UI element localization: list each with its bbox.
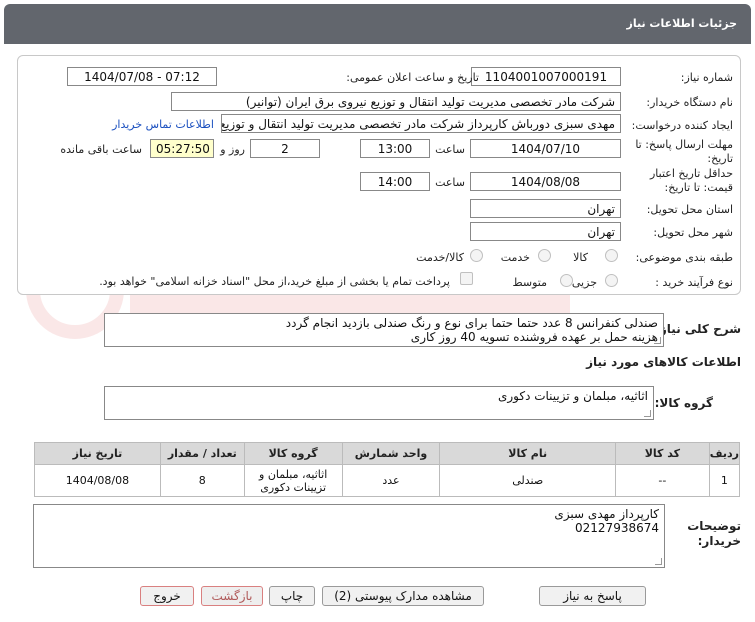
purchase-process-label: نوع فرآیند خرید : [655,276,733,289]
overall-description-line1: صندلی کنفرانس 8 عدد حتما حتما برای نوع و… [285,316,658,330]
resize-grip-icon[interactable] [644,410,651,417]
price-validity-time-field: 14:00 [360,172,430,191]
cell-group: اثاثیه، مبلمان و تزیینات دکوری [243,464,343,497]
buyer-contact-link[interactable]: اطلاعات تماس خریدار [112,118,214,131]
col-header-row-number: ردیف [708,442,741,465]
price-validity-label-line1: حداقل تاریخ اعتبار [649,167,733,180]
items-table: ردیف کد کالا نام کالا واحد شمارش گروه کا… [34,442,741,497]
deadline-label-line2: تاریخ: [707,152,733,165]
goods-group-value: اثاثیه، مبلمان و تزیینات دکوری [497,389,648,403]
buyer-notes-textarea[interactable]: کارپرداز مهدی سبزی 02127938674 [33,504,665,568]
category-option-goods: کالا [573,251,588,264]
treasury-payment-note: پرداخت تمام یا بخشی از مبلغ خرید،از محل … [99,275,450,288]
remaining-time-field: 05:27:50 [150,139,214,158]
remaining-time-label: ساعت باقی مانده [60,143,142,156]
announce-datetime-label: تاریخ و ساعت اعلان عمومی: [346,71,479,84]
price-validity-time-label: ساعت [435,176,465,189]
overall-description-label: شرح کلی نیاز: [655,322,741,336]
table-row: 1 -- صندلی عدد اثاثیه، مبلمان و تزیینات … [34,464,741,497]
buyer-org-field: شرکت مادر تخصصی مدیریت تولید انتقال و تو… [171,92,621,111]
cell-need-date: 1404/08/08 [34,464,161,497]
cell-name: صندلی [439,464,616,497]
col-header-quantity: تعداد / مقدار [159,442,245,465]
buyer-notes-label-line1: توضیحات [687,519,741,533]
need-number-label: شماره نیاز: [680,71,733,84]
view-attachments-button[interactable]: مشاهده مدارک پیوستی (2) [322,586,484,606]
deadline-days-field: 2 [250,139,320,158]
category-option-service: خدمت [500,251,530,264]
resize-grip-icon[interactable] [654,337,661,344]
col-header-name: نام کالا [439,442,616,465]
deadline-label-line1: مهلت ارسال پاسخ: تا [635,138,733,151]
category-radio-goods[interactable] [605,249,618,262]
reply-button[interactable]: پاسخ به نیاز [539,586,646,606]
goods-info-title: اطلاعات کالاهای مورد نیاز [586,355,741,369]
delivery-city-field: تهران [470,222,621,241]
buyer-notes-label-line2: خریدار: [697,534,741,548]
price-validity-label-line2: قیمت: تا تاریخ: [664,181,733,194]
resize-grip-icon[interactable] [655,558,662,565]
deadline-date-field: 1404/07/10 [470,139,621,158]
cell-code: -- [614,464,710,497]
delivery-city-label: شهر محل تحویل: [653,226,733,239]
treasury-payment-checkbox[interactable] [460,272,473,285]
page-header: جزئیات اطلاعات نیاز [4,4,751,44]
col-header-group: گروه کالا [243,442,343,465]
cell-group-line1: اثاثیه، مبلمان و [259,467,328,481]
buyer-notes-line1: کارپرداز مهدی سبزی [554,507,659,521]
goods-group-textarea[interactable]: اثاثیه، مبلمان و تزیینات دکوری [104,386,654,420]
requester-field: مهدی سبزی دورباش کارپرداز شرکت مادر تخصص… [221,114,621,133]
price-validity-date-field: 1404/08/08 [470,172,621,191]
requester-label: ایجاد کننده درخواست: [631,119,733,132]
need-number-field: 1104001007000191 [471,67,621,86]
deadline-time-label: ساعت [435,143,465,156]
col-header-need-date: تاریخ نیاز [34,442,161,465]
category-radio-service[interactable] [538,249,551,262]
buyer-notes-line2: 02127938674 [575,521,659,535]
process-radio-medium[interactable] [560,274,573,287]
category-radio-goods-service[interactable] [470,249,483,262]
cell-quantity: 8 [159,464,245,497]
back-button[interactable]: بازگشت [201,586,263,606]
page-title: جزئیات اطلاعات نیاز [626,17,738,30]
cell-group-line2: تزیینات دکوری [260,480,327,494]
overall-description-line2: هزینه حمل بر عهده فروشنده تسویه 40 روز ک… [410,330,658,344]
process-option-medium: متوسط [512,276,547,289]
deadline-time-field: 13:00 [360,139,430,158]
deadline-days-label: روز و [220,143,245,156]
delivery-province-field: تهران [470,199,621,218]
table-header-row: ردیف کد کالا نام کالا واحد شمارش گروه کا… [34,442,741,465]
goods-group-label: گروه کالا: [654,396,713,410]
process-option-minor: جزیی [571,276,597,289]
cell-row-number: 1 [708,464,741,497]
announce-datetime-field: 1404/07/08 - 07:12 [67,67,217,86]
col-header-unit: واحد شمارش [341,442,441,465]
process-radio-minor[interactable] [605,274,618,287]
exit-button[interactable]: خروج [140,586,194,606]
overall-description-textarea[interactable]: صندلی کنفرانس 8 عدد حتما حتما برای نوع و… [104,313,664,347]
col-header-code: کد کالا [614,442,710,465]
category-label: طبقه بندی موضوعی: [635,251,733,264]
print-button[interactable]: چاپ [269,586,315,606]
cell-unit: عدد [341,464,441,497]
buyer-org-label: نام دستگاه خریدار: [646,96,733,109]
category-option-goods-service: کالا/خدمت [416,251,464,264]
delivery-province-label: استان محل تحویل: [646,203,733,216]
